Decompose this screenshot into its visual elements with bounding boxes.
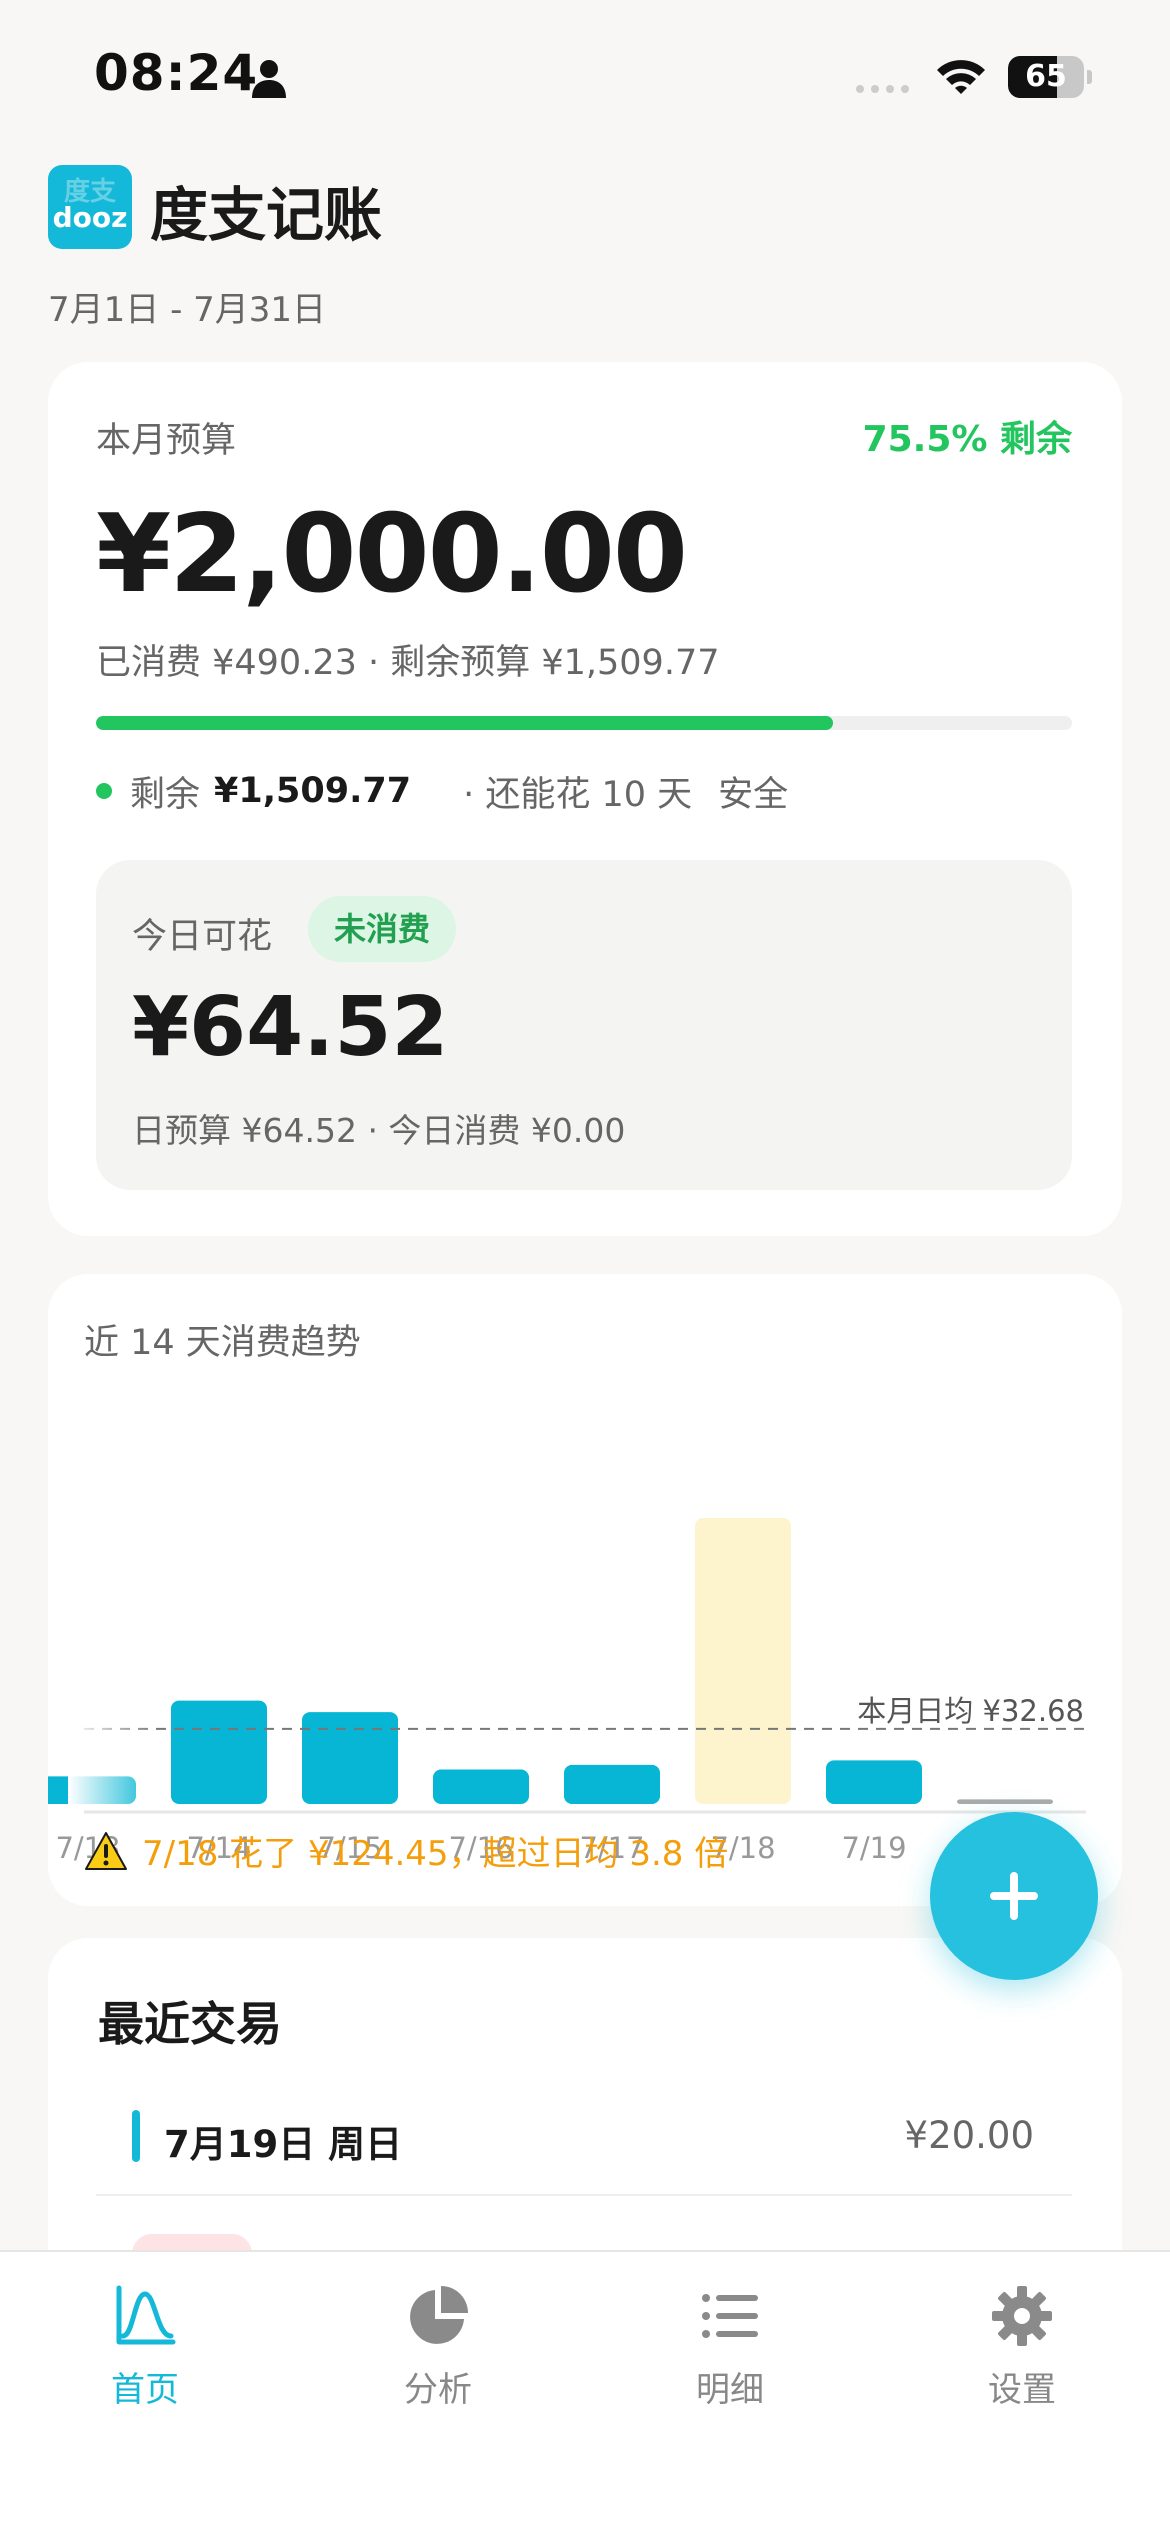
budget-progress-bar <box>96 716 1072 730</box>
bottom-nav: 首页 分析 明细 设置 <box>0 2250 1170 2532</box>
chart-x-label-7-19: 7/19 <box>841 1831 906 1865</box>
chart-bar-7-19[interactable] <box>826 1760 922 1804</box>
trend-icon <box>116 2285 176 2345</box>
today-amount: ¥64.52 <box>132 980 449 1075</box>
date-group-date: 7月19日 周日 <box>164 2123 403 2166</box>
budget-label: 本月预算 <box>96 421 237 461</box>
trend-chart[interactable]: 本月日均 ¥32.68 7/13 7/14 7/15 7/16 7/17 7/18 7/19… <box>48 1274 1122 1906</box>
warning-text: 7/18 花了 ¥124.45，超过日均 3.8 倍 <box>142 1834 729 1874</box>
trend-card[interactable]: 近 14 天消费趋势 本月日均 ¥32.68 7/13 7/14 7/15 7/16 7… <box>48 1274 1122 1906</box>
nav-label-detail: 明细 <box>696 2370 764 2410</box>
logo-bottom-text: dooz <box>52 201 128 234</box>
remain-label: 剩余 <box>130 774 201 815</box>
budget-status: 安全 <box>718 774 789 815</box>
app-title: 度支记账 <box>150 181 383 249</box>
budget-card[interactable]: 本月预算 75.5% 剩余 ¥2,000.00 已消费 ¥490.23 · 剩余… <box>48 362 1122 1236</box>
status-time: 08:24 <box>94 44 259 102</box>
date-group-marker <box>132 2110 140 2162</box>
budget-amount: ¥2,000.00 <box>96 492 688 617</box>
person-icon <box>252 60 286 98</box>
status-bar: 08:24 65 <box>0 0 1170 150</box>
recent-transactions-title: 最近交易 <box>98 1997 282 2051</box>
chart-left-fade <box>68 1694 158 1804</box>
nav-item-analysis[interactable]: 分析 <box>338 2284 538 2414</box>
status-dot-icon <box>96 783 112 799</box>
chart-bar-7-14[interactable] <box>171 1700 267 1804</box>
nav-label-analysis: 分析 <box>404 2370 472 2410</box>
remain-value: ¥1,509.77 <box>214 771 412 811</box>
divider <box>96 2194 1072 2196</box>
chart-bar-7-17[interactable] <box>564 1764 660 1804</box>
today-status-badge: 未消费 <box>308 896 457 962</box>
today-spendable-box[interactable]: 今日可花 未消费 ¥64.52 日预算 ¥64.52 · 今日消费 ¥0.00 <box>96 860 1072 1190</box>
signal-icon <box>856 85 909 93</box>
budget-progress-fill <box>96 716 833 730</box>
nav-item-home[interactable]: 首页 <box>45 2284 245 2414</box>
add-transaction-button[interactable] <box>930 1812 1098 1980</box>
budget-summary: 已消费 ¥490.23 · 剩余预算 ¥1,509.77 <box>96 643 720 683</box>
date-range[interactable]: 7月1日 - 7月31日 <box>48 282 326 331</box>
today-summary: 日预算 ¥64.52 · 今日消费 ¥0.00 <box>132 1111 626 1150</box>
nav-item-settings[interactable]: 设置 <box>922 2284 1122 2414</box>
chart-bar-7-20[interactable] <box>957 1799 1053 1804</box>
nav-label-settings: 设置 <box>988 2370 1056 2410</box>
battery-indicator: 65 <box>1008 56 1092 98</box>
average-label: 本月日均 ¥32.68 <box>857 1694 1084 1728</box>
chart-bar-7-18[interactable] <box>695 1518 791 1804</box>
today-label: 今日可花 <box>132 917 273 957</box>
pie-chart-icon <box>410 2286 468 2344</box>
days-left: · 还能花 10 天 <box>463 774 693 815</box>
chart-bar-7-16[interactable] <box>433 1769 529 1804</box>
date-group-total: ¥20.00 <box>904 2114 1034 2157</box>
spending-warning: 7/18 花了 ¥124.45，超过日均 3.8 倍 <box>84 1826 728 1875</box>
app-logo: 度支 dooz <box>48 165 132 249</box>
chart-bar-7-15[interactable] <box>302 1712 398 1804</box>
list-icon <box>702 2294 758 2338</box>
nav-label-home: 首页 <box>111 2370 179 2410</box>
remain-row: 剩余 ¥1,509.77 · 还能花 10 天 安全 <box>96 766 788 816</box>
warning-icon <box>85 1831 127 1870</box>
battery-level-text: 65 <box>1025 59 1067 94</box>
gear-icon <box>992 2286 1052 2346</box>
wifi-icon <box>937 60 985 94</box>
remaining-percent: 75.5% 剩余 <box>862 419 1072 460</box>
nav-item-detail[interactable]: 明细 <box>630 2284 830 2414</box>
